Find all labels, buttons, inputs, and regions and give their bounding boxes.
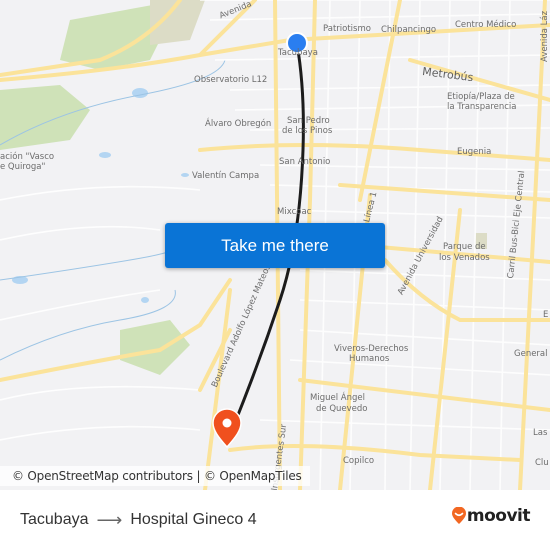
route-summary: Tacubaya ⟶ Hospital Gineco 4 xyxy=(20,500,257,540)
map-label-de-quevedo: de Quevedo xyxy=(316,404,368,414)
map-label-miguel-angel: Miguel Ángel xyxy=(310,393,365,403)
map-label-de-los-pinos: de los Pinos xyxy=(282,126,333,136)
attribution-separator: | xyxy=(196,469,201,483)
map-label-alvaro-obregon: Álvaro Obregón xyxy=(205,119,272,129)
map-label-e: E xyxy=(543,310,549,320)
moovit-pin-icon xyxy=(451,507,466,524)
map-label-tacubaya: Tacubaya xyxy=(278,48,318,58)
map-attribution: © OpenStreetMap contributors | © OpenMap… xyxy=(0,466,310,486)
take-me-there-button[interactable]: Take me there xyxy=(165,223,385,268)
map-label-observatorio: Observatorio L12 xyxy=(194,75,268,85)
map-label-clu: Clu xyxy=(535,458,549,468)
map-label-eugenia: Eugenia xyxy=(457,147,492,157)
destination-name: Hospital Gineco 4 xyxy=(130,511,257,528)
moovit-logo[interactable]: moovit xyxy=(451,506,531,526)
osm-attribution-link[interactable]: © OpenStreetMap contributors xyxy=(12,469,193,483)
map-canvas[interactable]: Avenida Patriotismo Chilpancingo Centro … xyxy=(0,0,550,490)
map-label-avenida-right: Avenida Láz xyxy=(540,10,550,62)
map-label-humanos: Humanos xyxy=(349,354,390,364)
openmaptiles-attribution-link[interactable]: © OpenMapTiles xyxy=(204,469,302,483)
map-label-mixcoac: Mixcoac xyxy=(277,207,312,217)
map-label-copilco: Copilco xyxy=(343,456,375,466)
moovit-wordmark: moovit xyxy=(466,506,531,526)
map-label-transparencia: la Transparencia xyxy=(447,102,517,112)
map-label-los-venados: los Venados xyxy=(439,253,490,263)
destination-pin-icon[interactable] xyxy=(212,408,242,449)
map-label-chilpancingo: Chilpancingo xyxy=(381,25,437,35)
arrow-right-icon: ⟶ xyxy=(96,509,123,530)
map-label-general: General A xyxy=(514,349,550,359)
map-label-las: Las T xyxy=(533,428,550,438)
map-label-patriotismo: Patriotismo xyxy=(323,24,371,34)
footer-bar: Tacubaya ⟶ Hospital Gineco 4 moovit xyxy=(0,490,550,550)
map-label-centro-medico: Centro Médico xyxy=(455,20,517,30)
map-label-parque-de: Parque de xyxy=(443,242,486,252)
map-label-quiroga: e Quiroga" xyxy=(0,162,46,172)
map-label-valentin-campa: Valentín Campa xyxy=(192,171,260,181)
origin-name: Tacubaya xyxy=(20,511,89,528)
map-label-san-antonio: San Antonio xyxy=(279,157,331,167)
